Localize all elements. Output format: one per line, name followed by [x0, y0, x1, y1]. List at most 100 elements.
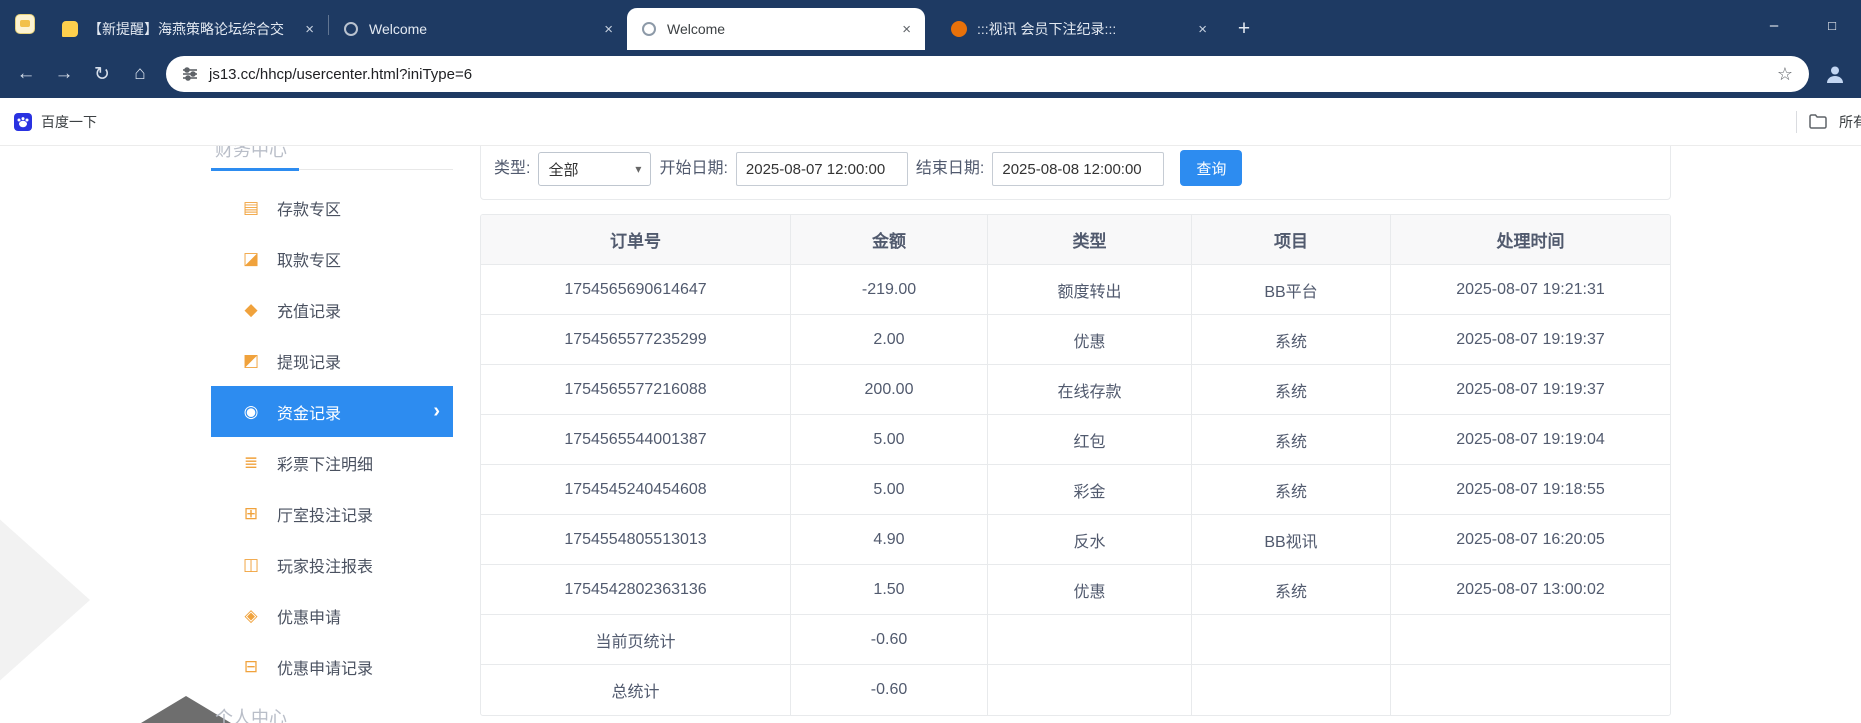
sidebar-item-promo-apply-records[interactable]: ⊟ 优惠申请记录	[211, 641, 453, 692]
cell-project: 系统	[1192, 465, 1391, 515]
type-select[interactable]: 全部 ▾	[538, 152, 652, 186]
cell-time: 2025-08-07 19:21:31	[1391, 265, 1670, 315]
table-row-page-total: 当前页统计 -0.60	[481, 615, 1670, 665]
refresh-button[interactable]: ↻	[84, 56, 120, 92]
cell-project: 系统	[1192, 365, 1391, 415]
page-content: 财务中心 ▤ 存款专区 ◪ 取款专区 ◆ 充值记录 ◩ 提现记录 ◉ 资金记录 …	[0, 146, 1861, 723]
bookmarks-divider	[1796, 110, 1797, 133]
cell-empty	[988, 665, 1192, 715]
new-tab-button[interactable]: +	[1229, 14, 1259, 44]
folder-icon	[1809, 114, 1827, 129]
cell-time: 2025-08-07 13:00:02	[1391, 565, 1670, 615]
home-button[interactable]: ⌂	[122, 56, 158, 92]
cell-empty	[1192, 665, 1391, 715]
all-bookmarks-label: 所有书签	[1839, 113, 1861, 130]
sidebar-menu: ▤ 存款专区 ◪ 取款专区 ◆ 充值记录 ◩ 提现记录 ◉ 资金记录 › ≣ 彩…	[211, 182, 453, 692]
all-bookmarks[interactable]: 所有书签	[1796, 98, 1861, 145]
grid-list-icon: ⊞	[243, 503, 259, 523]
tab-title: 【新提醒】海燕策略论坛综合交	[88, 21, 284, 37]
tab-forum[interactable]: 【新提醒】海燕策略论坛综合交 ×	[48, 8, 328, 50]
cell-order-no: 1754545240454608	[481, 465, 791, 515]
cell-order-no: 1754565690614647	[481, 265, 791, 315]
sidebar-item-lottery-bet-detail[interactable]: ≣ 彩票下注明细	[211, 437, 453, 488]
cell-label: 总统计	[481, 665, 791, 715]
report-icon: ◫	[242, 554, 260, 574]
close-tab-icon[interactable]: ×	[902, 21, 911, 38]
header-type: 类型	[988, 215, 1192, 265]
cell-project: 系统	[1192, 415, 1391, 465]
cell-amount: 2.00	[791, 315, 988, 365]
cell-amount: 5.00	[791, 465, 988, 515]
sidebar-item-recharge-records[interactable]: ◆ 充值记录	[211, 284, 453, 335]
ticket-icon: ◈	[244, 605, 258, 625]
bookmark-label: 百度一下	[41, 113, 97, 130]
url-text[interactable]: js13.cc/hhcp/usercenter.html?iniType=6	[209, 66, 472, 83]
tab-title: Welcome	[369, 21, 428, 37]
tab-welcome-2-active[interactable]: Welcome ×	[627, 8, 925, 50]
cell-project: 系统	[1192, 315, 1391, 365]
table-header-row: 订单号 金额 类型 项目 处理时间	[481, 215, 1670, 265]
address-bar[interactable]: js13.cc/hhcp/usercenter.html?iniType=6 ☆	[166, 56, 1809, 92]
bookmark-star-icon[interactable]: ☆	[1777, 64, 1793, 85]
sidebar-item-label: 玩家投注报表	[277, 558, 374, 576]
tab-video-records[interactable]: :::视讯 会员下注纪录::: ×	[937, 8, 1221, 50]
cell-time: 2025-08-07 19:19:37	[1391, 315, 1670, 365]
table-row: 1754565577216088 200.00 在线存款 系统 2025-08-…	[481, 365, 1670, 415]
site-settings-tune-icon[interactable]	[182, 66, 198, 82]
sidebar-item-player-bet-report[interactable]: ◫ 玩家投注报表	[211, 539, 453, 590]
end-date-input[interactable]	[992, 152, 1165, 186]
sidebar-item-label: 提现记录	[277, 354, 342, 372]
tab-title: :::视讯 会员下注纪录:::	[977, 21, 1117, 37]
header-project: 项目	[1192, 215, 1391, 265]
sidebar-item-label: 厅室投注记录	[277, 507, 374, 525]
cell-time: 2025-08-07 19:18:55	[1391, 465, 1670, 515]
sidebar-item-funds-records[interactable]: ◉ 资金记录 ›	[211, 386, 453, 437]
forward-button[interactable]: →	[46, 56, 82, 92]
sidebar-item-promo-apply[interactable]: ◈ 优惠申请	[211, 590, 453, 641]
cell-order-no: 1754542802363136	[481, 565, 791, 615]
minimize-button[interactable]: –	[1745, 0, 1803, 50]
cell-type: 优惠	[988, 565, 1192, 615]
decor-triangle-light	[0, 482, 90, 718]
withdraw-icon: ◪	[242, 248, 260, 268]
profile-avatar[interactable]	[1817, 56, 1853, 92]
close-tab-icon[interactable]: ×	[1198, 21, 1207, 38]
cell-amount: -219.00	[791, 265, 988, 315]
cell-time: 2025-08-07 19:19:04	[1391, 415, 1670, 465]
sidebar-item-deposit-zone[interactable]: ▤ 存款专区	[211, 182, 453, 233]
table-row: 1754565544001387 5.00 红包 系统 2025-08-07 1…	[481, 415, 1670, 465]
table-row: 1754554805513013 4.90 反水 BB视讯 2025-08-07…	[481, 515, 1670, 565]
coins-icon: ◉	[243, 401, 259, 421]
globe-favicon-icon	[344, 22, 358, 36]
close-tab-icon[interactable]: ×	[305, 21, 314, 38]
cell-project: BB视讯	[1192, 515, 1391, 565]
type-label: 类型:	[494, 160, 531, 177]
start-date-input[interactable]	[735, 152, 908, 186]
globe-favicon-icon	[642, 22, 656, 36]
bookmarks-bar: 百度一下 所有书签	[0, 98, 1861, 146]
back-button[interactable]: ←	[8, 56, 44, 92]
cell-type: 红包	[988, 415, 1192, 465]
sidebar-item-withdraw-zone[interactable]: ◪ 取款专区	[211, 233, 453, 284]
chevron-right-icon: ›	[433, 400, 440, 422]
bookmark-baidu[interactable]: 百度一下	[14, 112, 97, 132]
funds-table: 订单号 金额 类型 项目 处理时间 1754565690614647 -219.…	[480, 214, 1671, 716]
cell-empty	[988, 615, 1192, 665]
sidebar-item-label: 优惠申请记录	[277, 660, 374, 678]
close-tab-icon[interactable]: ×	[604, 21, 613, 38]
cell-amount: 4.90	[791, 515, 988, 565]
maximize-button[interactable]: □	[1803, 0, 1861, 50]
cell-amount: 5.00	[791, 415, 988, 465]
deposit-card-icon: ▤	[242, 197, 260, 217]
cell-type: 反水	[988, 515, 1192, 565]
browser-logo-icon	[15, 14, 35, 34]
tab-welcome-1[interactable]: Welcome ×	[329, 8, 627, 50]
tab-strip: 【新提醒】海燕策略论坛综合交 × Welcome × Welcome × :::…	[0, 0, 1861, 50]
search-button[interactable]: 查询	[1180, 150, 1243, 186]
cell-order-no: 1754565544001387	[481, 415, 791, 465]
sidebar-item-withdrawal-records[interactable]: ◩ 提现记录	[211, 335, 453, 386]
baidu-paw-icon	[14, 112, 32, 131]
sidebar-section-personal: 个人中心	[215, 708, 287, 723]
sidebar-item-hall-bet-records[interactable]: ⊞ 厅室投注记录	[211, 488, 453, 539]
navigation-bar: ← → ↻ ⌂ js13.cc/hhcp/usercenter.html?ini…	[0, 50, 1861, 98]
